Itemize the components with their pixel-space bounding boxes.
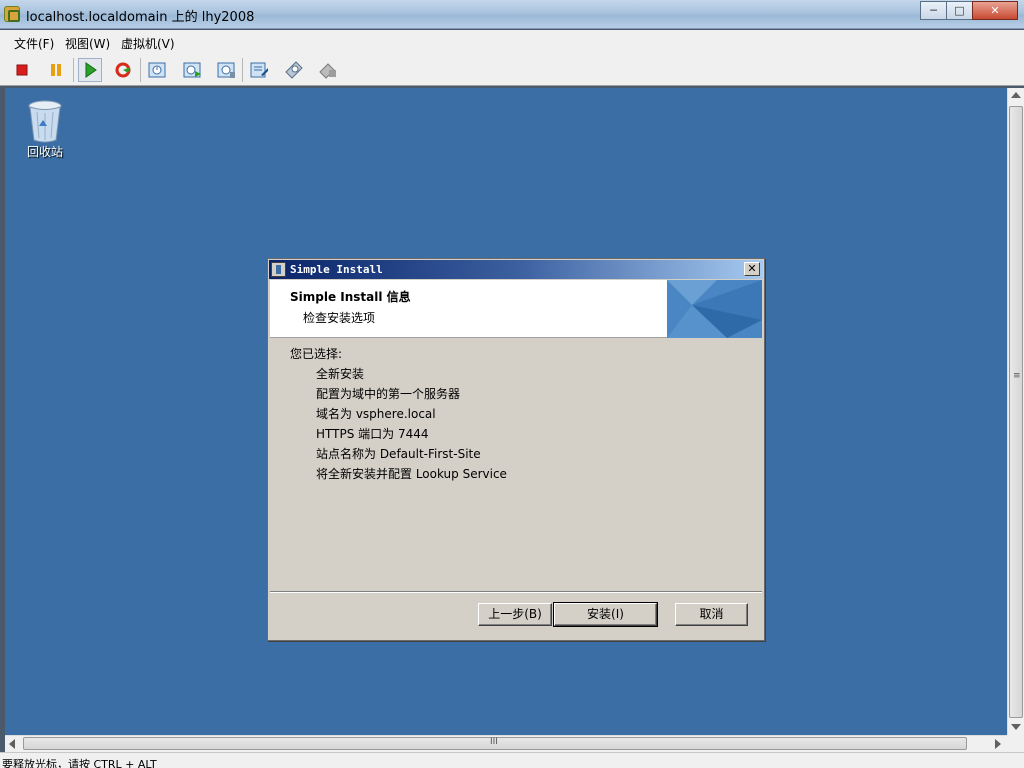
vertical-scroll-grip: ≡ [1013, 371, 1021, 381]
horizontal-scroll-thumb[interactable]: III [23, 737, 967, 750]
summary-item: 将全新安装并配置 Lookup Service [316, 467, 507, 481]
summary-item: 域名为 vsphere.local [316, 407, 436, 421]
scroll-left-arrow-icon[interactable] [9, 739, 15, 749]
toolbar-separator [73, 58, 74, 82]
summary-item: 全新安装 [316, 367, 365, 381]
menu-view[interactable]: 视图(W) [65, 35, 110, 52]
reset-icon[interactable] [111, 58, 135, 82]
snapshot-icon[interactable] [145, 58, 169, 82]
cancel-button[interactable]: 取消 [675, 603, 748, 626]
recycle-bin-icon [28, 100, 62, 143]
menu-vm[interactable]: 虚拟机(V) [121, 35, 175, 52]
simple-install-dialog: Simple Install ✕ Simple Install 信息 检查安装选… [267, 258, 765, 641]
dialog-divider [270, 591, 762, 593]
scrollbar-corner [1007, 735, 1024, 752]
dialog-title: Simple Install [290, 263, 383, 276]
maximize-button[interactable]: □ [946, 1, 973, 20]
dialog-close-button[interactable]: ✕ [744, 262, 760, 276]
scroll-down-arrow-icon[interactable] [1011, 724, 1021, 730]
scroll-up-arrow-icon[interactable] [1011, 92, 1021, 98]
installer-icon [271, 262, 286, 277]
play-icon[interactable] [78, 58, 102, 82]
window-caption-buttons: ─ □ ✕ [920, 1, 1018, 20]
edit-settings-icon[interactable] [247, 58, 271, 82]
horizontal-scroll-grip: III [490, 737, 498, 747]
dialog-titlebar[interactable]: Simple Install ✕ [269, 260, 763, 279]
vertical-scrollbar[interactable]: ≡ [1007, 88, 1024, 735]
menu-file[interactable]: 文件(F) [14, 35, 54, 52]
recycle-bin[interactable]: 回收站 [25, 98, 65, 159]
manage-snapshots-icon[interactable] [214, 58, 238, 82]
dialog-subheading: 检查安装选项 [303, 311, 376, 325]
back-button[interactable]: 上一步(B) [478, 603, 552, 626]
scroll-right-arrow-icon[interactable] [995, 739, 1001, 749]
close-button[interactable]: ✕ [972, 1, 1018, 20]
window-title: localhost.localdomain 上的 lhy2008 [26, 10, 255, 25]
menubar: 文件(F) 视图(W) 虚拟机(V) [0, 30, 1024, 54]
horizontal-scrollbar[interactable]: III [5, 735, 1007, 752]
summary-item: HTTPS 端口为 7444 [316, 427, 429, 441]
minimize-button[interactable]: ─ [920, 1, 947, 20]
status-text: 要释放光标，请按 CTRL + ALT [2, 758, 157, 768]
vmware-banner-graphic [667, 280, 762, 338]
toolbar [0, 54, 1024, 86]
statusbar: 要释放光标，请按 CTRL + ALT [0, 752, 1024, 768]
install-button[interactable]: 安装(I) [553, 602, 658, 627]
summary-label: 您已选择: [290, 347, 343, 361]
connect-floppy-icon[interactable] [316, 58, 340, 82]
vertical-scroll-thumb[interactable]: ≡ [1009, 106, 1023, 718]
toolbar-separator [140, 58, 141, 82]
connect-cd-icon[interactable] [282, 58, 306, 82]
recycle-bin-label: 回收站 [26, 145, 63, 159]
pause-icon[interactable] [44, 58, 68, 82]
stop-icon[interactable] [10, 58, 34, 82]
window-titlebar[interactable]: localhost.localdomain 上的 lhy2008 ─ □ ✕ [0, 0, 1024, 29]
vm-app-icon [4, 6, 20, 22]
summary-item: 站点名称为 Default-First-Site [316, 447, 481, 461]
dialog-header: Simple Install 信息 检查安装选项 [270, 280, 762, 338]
revert-snapshot-icon[interactable] [180, 58, 204, 82]
toolbar-separator [242, 58, 243, 82]
dialog-heading: Simple Install 信息 [290, 290, 411, 304]
summary-item: 配置为域中的第一个服务器 [316, 387, 461, 401]
